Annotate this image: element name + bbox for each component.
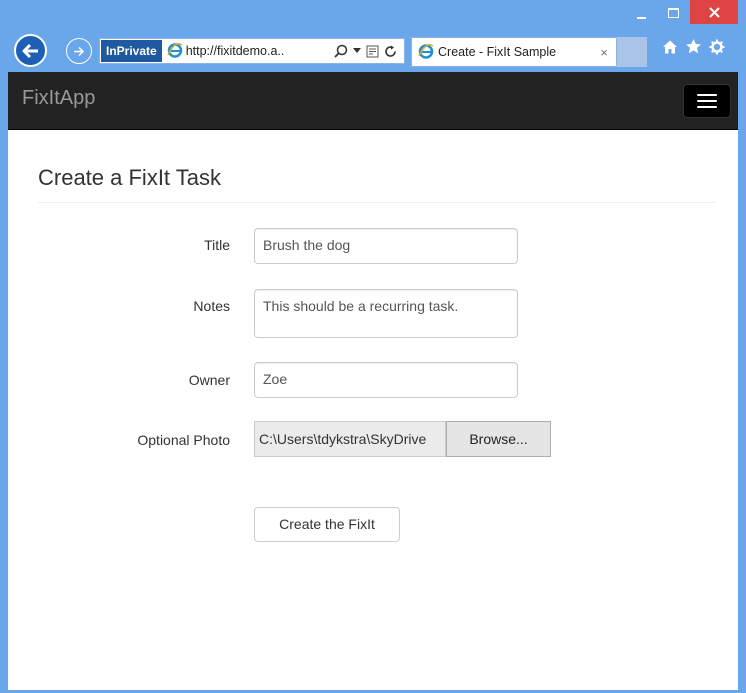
address-url[interactable]: http://fixitdemo.a.. xyxy=(186,44,328,58)
title-input[interactable]: Brush the dog xyxy=(254,228,518,264)
owner-input[interactable]: Zoe xyxy=(254,362,518,398)
photo-label: Optional Photo xyxy=(137,432,230,448)
dropdown-arrow-icon[interactable] xyxy=(352,48,361,54)
maximize-icon xyxy=(667,8,679,18)
app-brand[interactable]: FixItApp xyxy=(22,87,95,110)
hamburger-bar xyxy=(697,100,717,102)
ie-logo-icon xyxy=(167,42,183,61)
compatibility-view-icon[interactable] xyxy=(366,45,379,58)
hamburger-bar xyxy=(697,94,717,96)
back-button[interactable] xyxy=(14,34,47,67)
home-icon[interactable] xyxy=(662,39,678,55)
title-bar xyxy=(0,0,746,30)
favorites-star-icon[interactable] xyxy=(685,38,702,55)
title-label: Title xyxy=(204,237,230,253)
browser-right-icons xyxy=(662,38,725,55)
create-fixit-button[interactable]: Create the FixIt xyxy=(254,507,400,542)
browse-button[interactable]: Browse... xyxy=(446,421,551,457)
back-arrow-icon xyxy=(22,43,38,58)
close-icon xyxy=(708,6,720,18)
new-tab-button[interactable] xyxy=(617,37,647,67)
browser-toolbar: InPrivate http://fixitdemo.a.. Create - … xyxy=(0,30,746,72)
search-icon[interactable] xyxy=(334,44,348,58)
notes-textarea[interactable]: This should be a recurring task. xyxy=(254,289,518,338)
browser-tab[interactable]: Create - FixIt Sample × xyxy=(411,37,617,67)
page-viewport: FixItApp Create a FixIt Task Title Brush… xyxy=(8,72,738,690)
browser-window: InPrivate http://fixitdemo.a.. Create - … xyxy=(0,0,746,693)
settings-gear-icon[interactable] xyxy=(709,39,725,55)
page-title: Create a FixIt Task xyxy=(38,165,221,190)
refresh-icon[interactable] xyxy=(384,45,397,58)
forward-button[interactable] xyxy=(66,38,92,64)
notes-label: Notes xyxy=(193,298,230,314)
app-navbar: FixItApp xyxy=(8,72,738,130)
title-divider xyxy=(38,202,716,203)
hamburger-menu-button[interactable] xyxy=(683,84,731,118)
close-window-button[interactable] xyxy=(690,0,738,24)
tab-close-button[interactable]: × xyxy=(600,45,608,60)
tab-ie-icon xyxy=(418,43,434,62)
minimize-button[interactable] xyxy=(627,0,655,26)
owner-label: Owner xyxy=(188,372,230,388)
forward-arrow-icon xyxy=(74,46,85,56)
tab-title: Create - FixIt Sample xyxy=(438,45,557,59)
photo-file-path[interactable]: C:\Users\tdykstra\SkyDrive xyxy=(254,421,446,457)
hamburger-bar xyxy=(697,106,717,108)
address-bar[interactable]: InPrivate http://fixitdemo.a.. xyxy=(99,38,405,64)
inprivate-badge: InPrivate xyxy=(101,40,162,62)
maximize-button[interactable] xyxy=(659,0,687,26)
minimize-icon xyxy=(636,17,646,19)
